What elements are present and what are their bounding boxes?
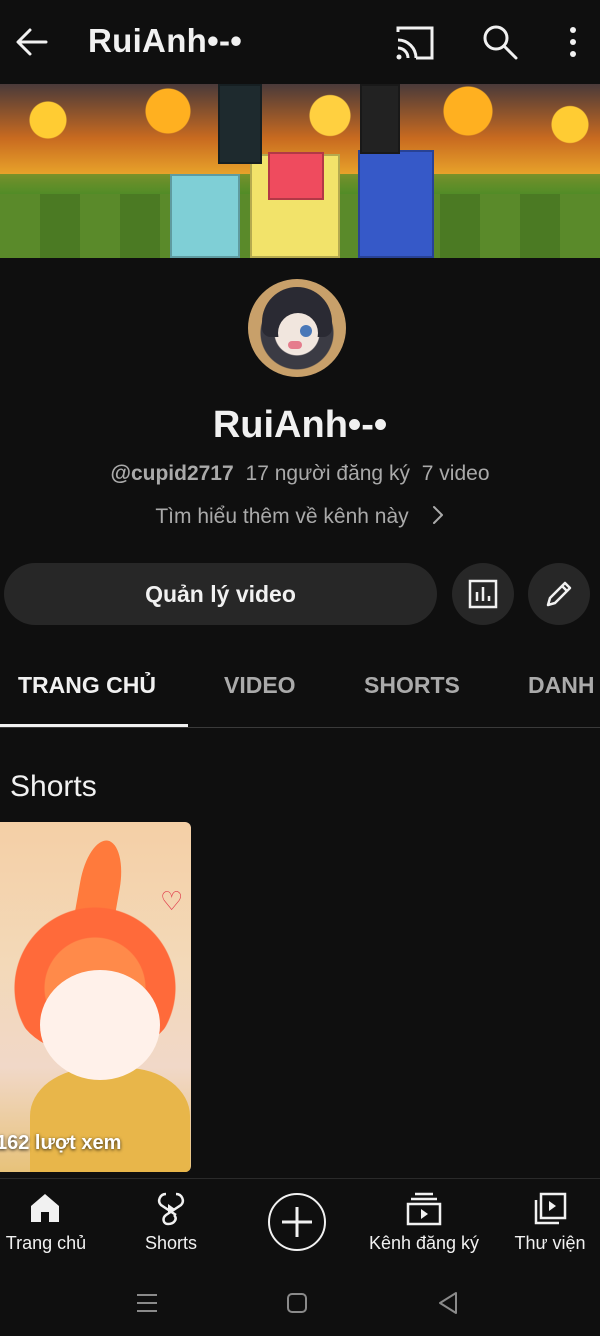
nav-subscriptions[interactable]: Kênh đăng ký [366,1179,482,1271]
channel-meta: @cupid2717 17 người đăng ký 7 video [0,462,600,486]
more-vertical-icon[interactable] [560,24,586,62]
avatar-eye [300,325,312,337]
banner-character-legs-2 [360,84,400,154]
system-navigation-bar [0,1270,600,1336]
tab-home[interactable]: TRANG CHỦ [18,672,156,699]
learn-more-link[interactable]: Tìm hiểu thêm về kênh này [0,504,600,529]
subscriptions-icon [406,1192,442,1226]
channel-handle: @cupid2717 [110,462,234,485]
create-button[interactable] [268,1193,326,1251]
header-title: RuiAnh•-• [88,22,243,59]
shorts-icon [157,1192,185,1226]
channel-tabs: TRANG CHỦ VIDEO SHORTS DANH [0,644,600,728]
shorts-section-title: Shorts [10,770,97,803]
system-home-icon[interactable] [285,1290,309,1316]
channel-banner [0,84,600,258]
top-app-bar: RuiAnh•-• [0,0,600,84]
analytics-icon [468,579,498,609]
nav-home[interactable]: Trang chủ [0,1179,92,1271]
nav-shorts-label: Shorts [144,1233,198,1253]
banner-character-blue [358,150,434,258]
analytics-button[interactable] [452,563,514,625]
bottom-navigation: Trang chủ Shorts Kênh đăng ký Thư viện [0,1178,600,1270]
system-back-icon[interactable] [436,1290,460,1316]
short-body [30,1068,190,1172]
video-count: 7 video [421,462,490,485]
active-tab-indicator [0,724,188,727]
edit-channel-button[interactable] [528,563,590,625]
short-face [40,970,160,1080]
banner-character-cyan [170,174,240,258]
nav-library[interactable]: Thư viện [508,1179,592,1271]
cast-icon[interactable] [394,24,436,62]
chevron-right-icon [432,506,443,524]
subscriber-count: 17 người đăng ký [245,462,410,485]
heart-icon: ♡ [160,886,184,916]
manage-videos-button[interactable]: Quản lý video [4,563,437,625]
recents-icon[interactable] [134,1290,160,1316]
learn-more-label: Tìm hiểu thêm về kênh này [155,505,409,528]
create-plus-icon [282,1207,312,1237]
short-view-count: 162 lượt xem [0,1132,122,1154]
banner-character-legs [218,84,262,164]
tab-shorts[interactable]: SHORTS [364,672,460,699]
tab-playlists[interactable]: DANH [528,672,594,699]
channel-avatar[interactable] [248,279,346,377]
short-thumbnail[interactable]: ♡ 162 lượt xem [0,822,191,1172]
tab-video[interactable]: VIDEO [224,672,296,699]
banner-character-red-head [268,152,324,200]
library-icon [534,1192,567,1225]
home-icon [31,1194,59,1222]
nav-home-label: Trang chủ [5,1233,87,1253]
nav-shorts[interactable]: Shorts [126,1179,216,1271]
channel-name: RuiAnh•-• [212,404,388,446]
avatar-cheek [288,341,302,349]
nav-library-label: Thư viện [514,1233,586,1253]
arrow-left-icon[interactable] [12,22,52,62]
nav-subscriptions-label: Kênh đăng ký [368,1233,480,1253]
search-icon[interactable] [480,22,520,62]
pencil-icon [546,581,572,607]
